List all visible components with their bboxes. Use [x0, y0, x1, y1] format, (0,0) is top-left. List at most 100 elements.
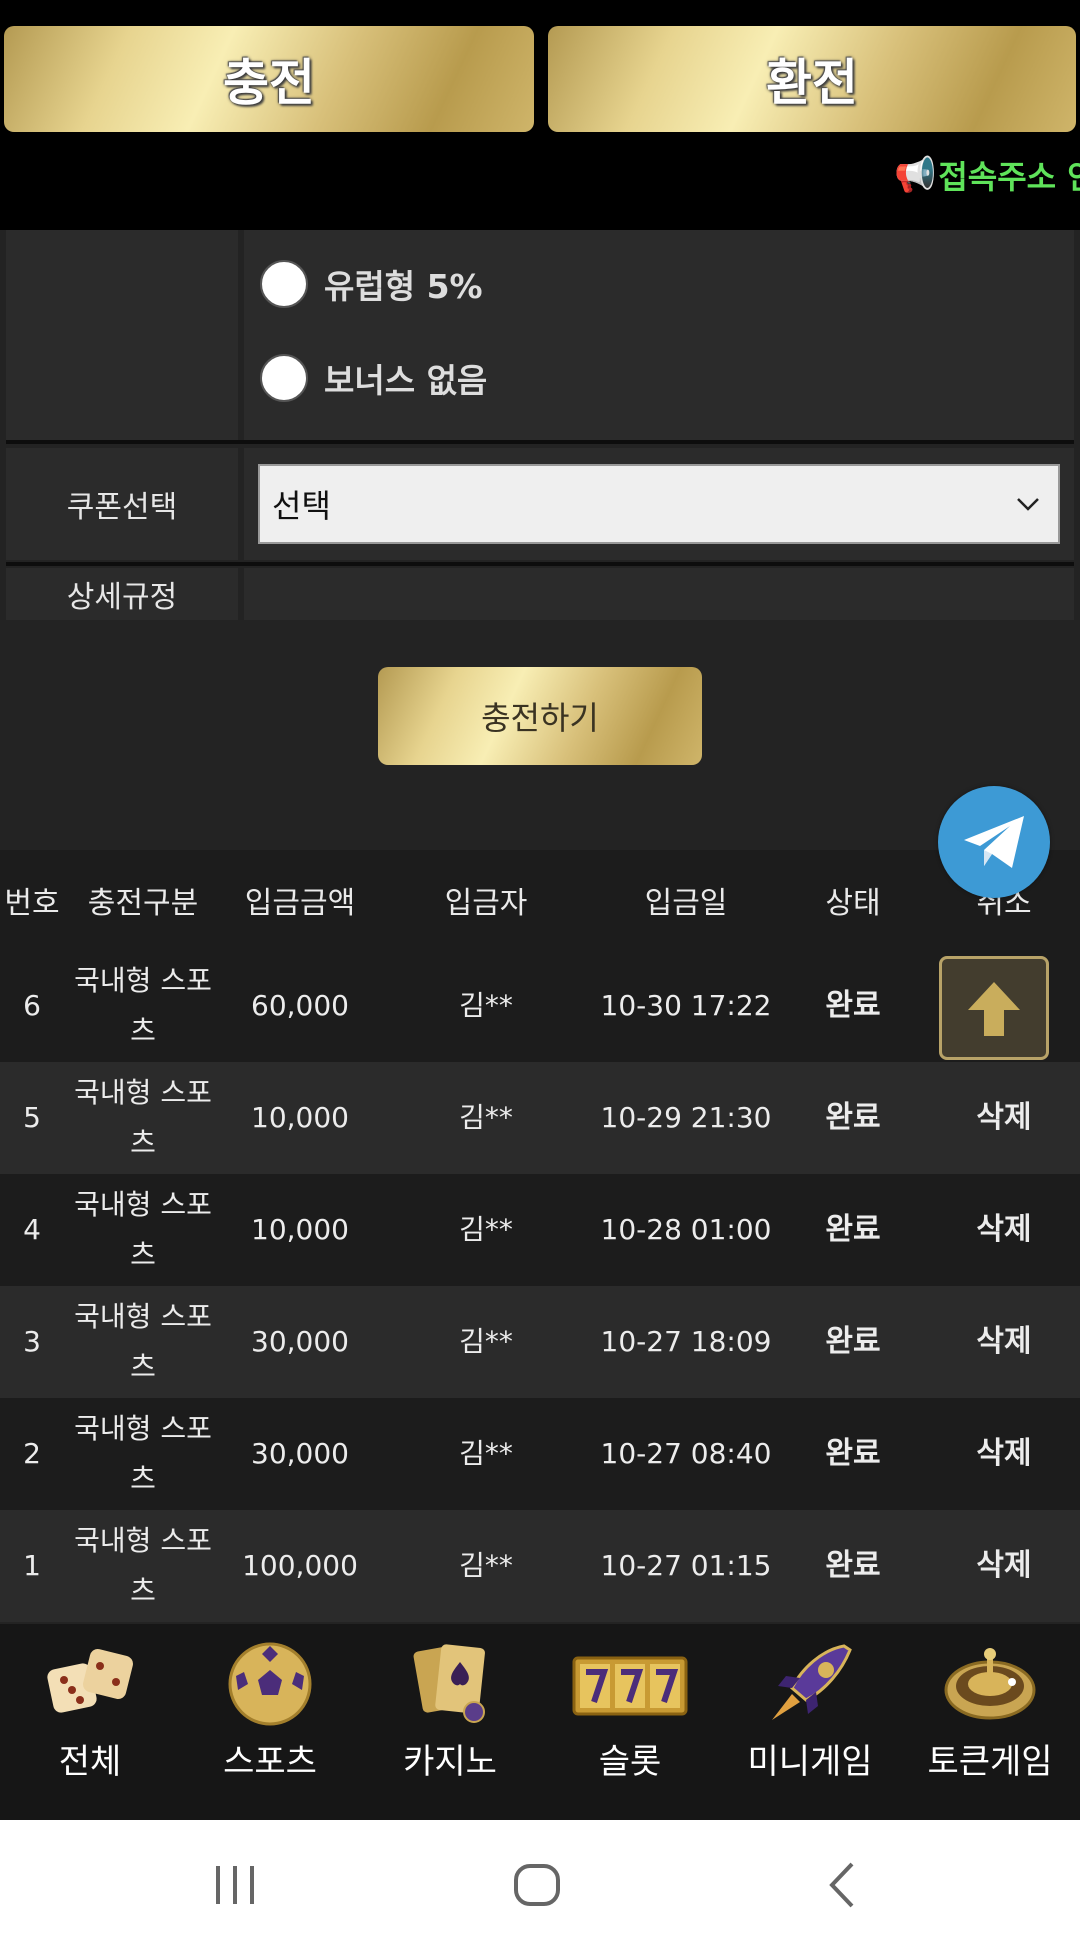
cell-status: 완료	[825, 1324, 881, 1359]
scroll-top-button[interactable]	[939, 956, 1049, 1060]
cell-depositor: 김**	[459, 1437, 513, 1470]
cell-depositor: 김**	[459, 1549, 513, 1582]
cell-status: 완료	[825, 1100, 881, 1135]
radio-button[interactable]	[260, 354, 308, 402]
bonus-option-none[interactable]: 보너스 없음	[260, 354, 487, 402]
rules-label: 상세규정	[6, 568, 238, 620]
col-header-amount: 입금금액	[244, 886, 356, 921]
nav-label: 카지노	[403, 1742, 497, 1782]
cell-depositor: 김**	[459, 1325, 513, 1358]
delete-button[interactable]: 삭제	[928, 1174, 1080, 1286]
cell-type: 국내형 스포츠	[74, 1300, 212, 1383]
bonus-option-europe[interactable]: 유럽형 5%	[260, 260, 483, 308]
cell-date: 10-27 08:40	[600, 1437, 772, 1470]
cell-type: 국내형 스포츠	[74, 1188, 212, 1271]
cell-amount: 10,000	[251, 1213, 349, 1246]
nav-item-minigame[interactable]: 미니게임	[720, 1624, 900, 1820]
cell-number: 3	[23, 1325, 41, 1358]
nav-item-slot[interactable]: 슬롯	[540, 1624, 720, 1820]
telegram-button[interactable]	[938, 786, 1050, 898]
cell-date: 10-29 21:30	[600, 1101, 772, 1134]
nav-label: 슬롯	[598, 1742, 662, 1782]
recent-apps-icon[interactable]	[210, 1860, 260, 1910]
cell-amount: 30,000	[251, 1437, 349, 1470]
cell-amount: 30,000	[251, 1325, 349, 1358]
cell-number: 5	[23, 1101, 41, 1134]
col-header-depositor: 입금자	[444, 886, 528, 921]
cell-date: 10-27 01:15	[600, 1549, 772, 1582]
cell-number: 2	[23, 1437, 41, 1470]
bonus-option-label: 유럽형 5%	[324, 267, 483, 306]
cell-depositor: 김**	[459, 1101, 513, 1134]
cell-type: 국내형 스포츠	[74, 964, 212, 1047]
bottom-nav: 전체 스포츠 카지노 슬롯 미니게임 토큰게임	[0, 1624, 1080, 1820]
col-header-status: 상태	[825, 886, 881, 921]
cell-number: 6	[23, 989, 41, 1022]
cell-amount: 100,000	[242, 1549, 358, 1582]
table-row: 5 국내형 스포츠 10,000 김** 10-29 21:30 완료 삭제	[0, 1062, 1080, 1174]
exchange-tab-button[interactable]: 환전	[548, 26, 1076, 132]
delete-button[interactable]: 삭제	[928, 1062, 1080, 1174]
coupon-select[interactable]: 선택	[258, 464, 1060, 544]
table-row: 4 국내형 스포츠 10,000 김** 10-28 01:00 완료 삭제	[0, 1174, 1080, 1286]
cell-status: 완료	[825, 1212, 881, 1247]
cell-status: 완료	[825, 1436, 881, 1471]
charge-tab-button[interactable]: 충전	[4, 26, 534, 132]
rules-cell	[244, 568, 1074, 620]
home-icon[interactable]	[512, 1860, 562, 1910]
table-row: 1 국내형 스포츠 100,000 김** 10-27 01:15 완료 삭제	[0, 1510, 1080, 1622]
cell-type: 국내형 스포츠	[74, 1524, 212, 1607]
top-bar: 충전 환전 📢 접속주소 안	[0, 0, 1080, 230]
table-header: 번호 충전구분 입금금액 입금자 입금일 상태 취소	[0, 850, 1080, 950]
cell-number: 1	[23, 1549, 41, 1582]
col-header-date: 입금일	[644, 886, 728, 921]
megaphone-icon: 📢	[894, 155, 937, 195]
nav-label: 미니게임	[747, 1742, 873, 1782]
divider	[6, 562, 1074, 566]
arrow-up-icon	[968, 982, 1020, 1036]
coupon-cell: 선택	[244, 448, 1074, 560]
col-header-number: 번호	[4, 886, 60, 921]
telegram-icon	[964, 816, 1024, 868]
notice-marquee: 📢 접속주소 안	[894, 152, 1080, 198]
cell-number: 4	[23, 1213, 41, 1246]
table-row: 6 국내형 스포츠 60,000 김** 10-30 17:22 완료	[0, 950, 1080, 1062]
playing-cards-icon	[413, 1644, 485, 1723]
bonus-label-cell	[6, 230, 238, 440]
nav-label: 토큰게임	[927, 1742, 1053, 1782]
nav-item-sports[interactable]: 스포츠	[180, 1624, 360, 1820]
table-row: 2 국내형 스포츠 30,000 김** 10-27 08:40 완료 삭제	[0, 1398, 1080, 1510]
cell-date: 10-28 01:00	[600, 1213, 772, 1246]
cell-status: 완료	[825, 988, 881, 1023]
cell-type: 국내형 스포츠	[74, 1412, 212, 1495]
coupon-select-value: 선택	[272, 487, 331, 525]
nav-label: 스포츠	[223, 1742, 317, 1782]
system-nav-bar	[0, 1820, 1080, 1955]
nav-item-casino[interactable]: 카지노	[360, 1624, 540, 1820]
bonus-option-label: 보너스 없음	[324, 361, 488, 400]
delete-button[interactable]: 삭제	[928, 1398, 1080, 1510]
cell-amount: 10,000	[251, 1101, 349, 1134]
nav-label: 전체	[58, 1742, 122, 1782]
radio-button[interactable]	[260, 260, 308, 308]
back-icon[interactable]	[820, 1860, 870, 1910]
submit-charge-button[interactable]: 충전하기	[378, 667, 702, 765]
table-row: 3 국내형 스포츠 30,000 김** 10-27 18:09 완료 삭제	[0, 1286, 1080, 1398]
bonus-options: 유럽형 5% 보너스 없음	[244, 230, 1074, 440]
delete-button[interactable]: 삭제	[928, 1286, 1080, 1398]
roulette-icon	[944, 1648, 1036, 1720]
chevron-down-icon	[1017, 498, 1039, 511]
cell-amount: 60,000	[251, 989, 349, 1022]
delete-button[interactable]: 삭제	[928, 1510, 1080, 1622]
nav-item-token-game[interactable]: 토큰게임	[900, 1624, 1080, 1820]
nav-item-all[interactable]: 전체	[0, 1624, 180, 1820]
coupon-label: 쿠폰선택	[6, 448, 238, 560]
cell-status: 완료	[825, 1548, 881, 1583]
cell-depositor: 김**	[459, 989, 513, 1022]
soccer-ball-icon	[228, 1642, 312, 1726]
notice-text: 접속주소 안	[938, 158, 1080, 196]
cell-depositor: 김**	[459, 1213, 513, 1246]
dice-icon	[47, 1649, 133, 1713]
cell-type: 국내형 스포츠	[74, 1076, 212, 1159]
col-header-type: 충전구분	[87, 886, 199, 921]
